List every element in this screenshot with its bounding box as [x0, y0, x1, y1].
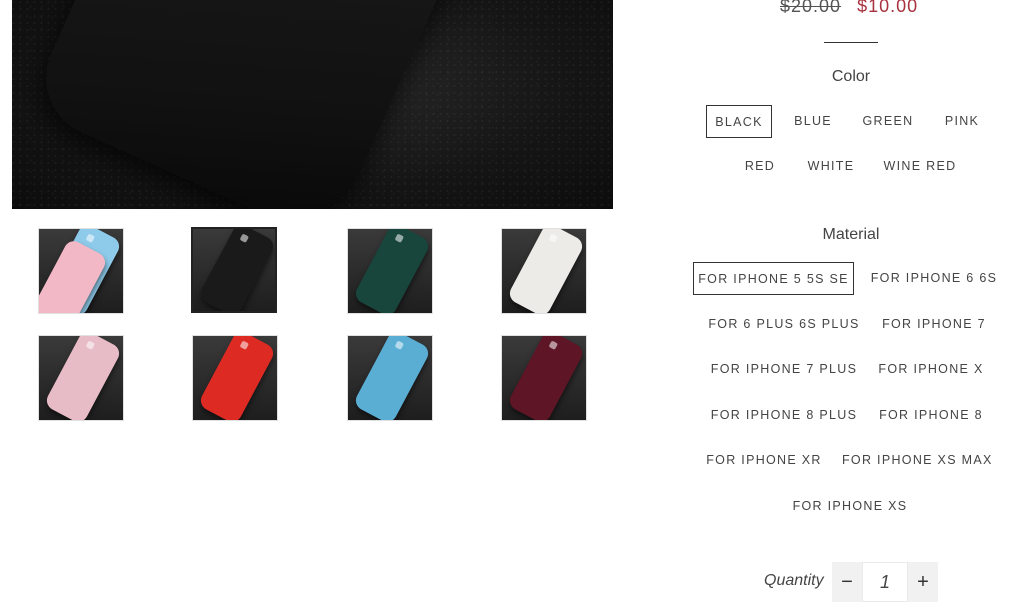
thumbnail-red[interactable] [192, 335, 278, 421]
material-option-for-iphone-5-5s-se[interactable]: For iPhone 5 5S SE [693, 262, 854, 295]
quantity-stepper: − + [832, 562, 938, 602]
price: $20.00 $10.00 [780, 0, 918, 17]
color-option-green[interactable]: Green [858, 105, 918, 138]
color-option-pink[interactable]: Pink [938, 105, 986, 138]
material-option-for-iphone-7[interactable]: For iPhone 7 [879, 308, 989, 341]
decrease-quantity-button[interactable]: − [832, 562, 862, 602]
material-option-for-iphone-xs-max[interactable]: For iPhone XS Max [842, 444, 992, 477]
material-option-for-iphone-8-plus[interactable]: For iPhone 8 Plus [708, 399, 860, 432]
material-option-for-iphone-6-6s[interactable]: For iPhone 6 6S [866, 262, 1002, 295]
phone-case-image [27, 0, 467, 209]
sale-price: $10.00 [857, 0, 919, 16]
thumbnail-black[interactable] [191, 227, 277, 313]
increase-quantity-button[interactable]: + [908, 562, 938, 602]
quantity-label: Quantity [764, 572, 824, 589]
material-option-for-iphone-8[interactable]: For iPhone 8 [876, 399, 986, 432]
quantity-input[interactable] [862, 562, 908, 602]
material-option-for-iphone-7-plus[interactable]: For iPhone 7 Plus [708, 353, 860, 386]
color-option-red[interactable]: Red [738, 150, 782, 183]
color-option-wine-red[interactable]: Wine Red [878, 150, 962, 183]
color-option-black[interactable]: Black [706, 105, 772, 138]
original-price: $20.00 [780, 0, 842, 16]
color-option-blue[interactable]: Blue [786, 105, 840, 138]
material-option-for-iphone-xs[interactable]: For iPhone XS [790, 490, 910, 523]
thumbnail-pink[interactable] [38, 335, 124, 421]
material-option-for-6-plus-6s-plus[interactable]: For 6 Plus 6S Plus [704, 308, 864, 341]
thumbnail-green[interactable] [347, 228, 433, 314]
color-title: Color [831, 68, 871, 85]
thumbnail-blue-pink[interactable] [38, 228, 124, 314]
material-option-for-iphone-xr[interactable]: For iPhone XR [704, 444, 824, 477]
material-option-for-iphone-x[interactable]: For iPhone X [876, 353, 986, 386]
thumbnail-white[interactable] [501, 228, 587, 314]
thumbnail-wine-red[interactable] [501, 335, 587, 421]
color-option-white[interactable]: White [800, 150, 862, 183]
material-title: Material [822, 226, 880, 243]
divider [824, 42, 878, 43]
thumbnail-sky-blue[interactable] [347, 335, 433, 421]
main-product-image [12, 0, 613, 209]
